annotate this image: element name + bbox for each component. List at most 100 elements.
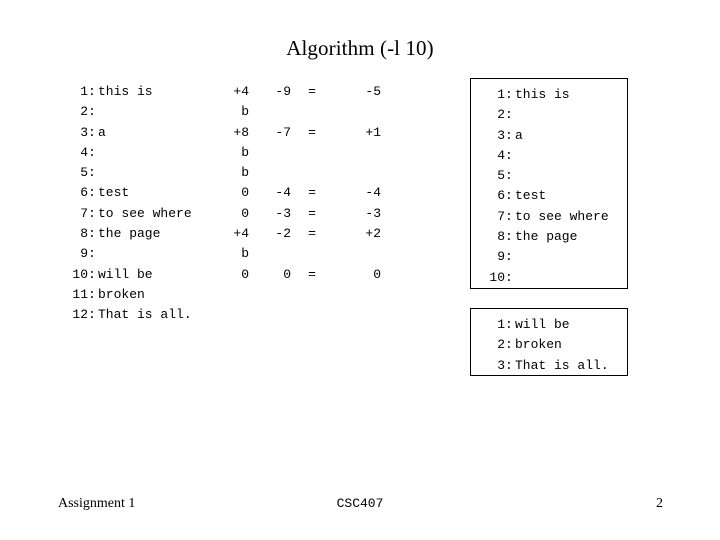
page-preview-row: 8: the page: [479, 227, 623, 247]
page-preview-line-number: 1: [497, 87, 505, 102]
listing-colon: :: [88, 185, 96, 201]
listing-value-first: +4: [233, 84, 249, 99]
listing-row: 8: the page +4 -2 = +2: [62, 224, 392, 244]
listing-line-text: That is all.: [98, 307, 192, 323]
listing-colon: :: [88, 165, 96, 181]
listing-value-first: 0: [241, 205, 249, 221]
page-preview-colon: :: [505, 337, 513, 353]
page-preview-colon: :: [505, 208, 513, 224]
listing-line-number: 12: [72, 307, 88, 323]
page-preview-line-text: a: [515, 127, 523, 143]
listing-value-first: b: [241, 104, 249, 120]
listing-line-text: broken: [98, 286, 145, 302]
page-preview-row: 1: this is: [479, 85, 623, 105]
listing-line-number: 2: [80, 104, 88, 120]
listing-equals-sign: =: [308, 124, 316, 140]
listing-value-first: b: [241, 246, 249, 262]
listing-line-number: 7: [80, 205, 88, 221]
listing-row: 12: That is all.: [62, 305, 392, 325]
page-preview-box-1: 1: this is 2: 3: a 4: 5: 6: test 7: to see where 8:…: [470, 78, 628, 289]
listing-line-text: test: [98, 185, 130, 201]
listing-value-first: b: [241, 144, 249, 160]
listing-row: 4: b: [62, 143, 392, 163]
listing-colon: :: [88, 307, 96, 323]
page-preview-line-text: test: [515, 188, 547, 204]
listing-line-number: 6: [80, 185, 88, 201]
listing-colon: :: [88, 104, 96, 120]
listing-line-text: a: [98, 124, 106, 140]
listing-row: 11: broken: [62, 285, 392, 305]
listing-equals-sign: =: [308, 266, 316, 282]
listing-row: 2: b: [62, 102, 392, 122]
page-preview-row: 1: will be: [479, 315, 623, 335]
listing-value-second: 0: [283, 266, 291, 282]
page-preview-line-text: broken: [515, 337, 562, 353]
page-preview-box-2: 1: will be 2: broken 3: That is all.: [470, 308, 628, 376]
listing-line-number: 5: [80, 165, 88, 181]
listing-line-number: 4: [80, 144, 88, 160]
algorithm-listing: 1: this is +4 -9 = -5 2: b 3: a +8 -7 = +1 4: b 5: b 6: tes…: [62, 82, 392, 326]
listing-value-result: +2: [365, 226, 381, 242]
page-preview-colon: :: [505, 107, 513, 123]
page-preview-line-number: 9: [497, 249, 505, 265]
page-preview-row: 3: a: [479, 126, 623, 146]
listing-value-second: -4: [275, 185, 291, 201]
listing-line-number: 11: [72, 286, 88, 302]
listing-equals-sign: =: [308, 205, 316, 221]
page-preview-line-text: will be: [515, 317, 570, 332]
page-preview-row: 7: to see where: [479, 207, 623, 227]
page-preview-colon: :: [505, 188, 513, 204]
page-preview-line-number: 3: [497, 127, 505, 143]
listing-row: 6: test 0 -4 = -4: [62, 183, 392, 203]
listing-line-number: 9: [80, 246, 88, 262]
page-preview-line-number: 2: [497, 337, 505, 353]
page-preview-colon: :: [505, 168, 513, 184]
page-preview-line-text: this is: [515, 87, 570, 102]
listing-line-text: the page: [98, 226, 161, 242]
page-preview-line-number: 5: [497, 168, 505, 184]
listing-value-second: -9: [275, 84, 291, 99]
page-preview-colon: :: [505, 357, 513, 373]
page-preview-row: 10:: [479, 268, 623, 288]
page-preview-colon: :: [505, 269, 513, 285]
page-preview-row: 2:: [479, 105, 623, 125]
listing-equals-sign: =: [308, 226, 316, 242]
page-preview-line-number: 8: [497, 229, 505, 245]
listing-value-first: b: [241, 165, 249, 181]
listing-colon: :: [88, 246, 96, 262]
page-preview-colon: :: [505, 249, 513, 265]
page-preview-row: 5:: [479, 166, 623, 186]
listing-colon: :: [88, 124, 96, 140]
listing-value-first: 0: [241, 266, 249, 282]
page-preview-line-text: to see where: [515, 208, 609, 224]
listing-colon: :: [88, 144, 96, 160]
listing-value-result: +1: [365, 124, 381, 140]
page-preview-line-number: 2: [497, 107, 505, 123]
page-preview-box-2-rows: 1: will be 2: broken 3: That is all.: [471, 309, 627, 380]
page-preview-line-number: 3: [497, 357, 505, 373]
listing-line-number: 3: [80, 124, 88, 140]
listing-line-number: 1: [80, 84, 88, 99]
listing-value-result: 0: [373, 266, 381, 282]
page-preview-line-text: the page: [515, 229, 578, 245]
footer-page-number: 2: [656, 496, 663, 511]
listing-value-result: -5: [365, 84, 381, 99]
listing-row: 5: b: [62, 163, 392, 183]
listing-line-number: 8: [80, 226, 88, 242]
page-title: Algorithm (-l 10): [286, 36, 434, 60]
listing-row: 3: a +8 -7 = +1: [62, 123, 392, 143]
page-preview-colon: :: [505, 87, 513, 102]
page-preview-box-1-rows: 1: this is 2: 3: a 4: 5: 6: test 7: to see where 8:…: [471, 79, 627, 292]
page-preview-line-number: 6: [497, 188, 505, 204]
listing-colon: :: [88, 84, 96, 99]
page-preview-colon: :: [505, 127, 513, 143]
listing-colon: :: [88, 286, 96, 302]
listing-colon: :: [88, 266, 96, 282]
listing-equals-sign: =: [308, 185, 316, 201]
footer-course-label: CSC407: [336, 496, 384, 511]
page-preview-line-number: 1: [497, 317, 505, 332]
listing-value-first: 0: [241, 185, 249, 201]
listing-line-text: will be: [98, 266, 153, 282]
listing-value-first: +8: [233, 124, 249, 140]
listing-line-text: to see where: [98, 205, 192, 221]
